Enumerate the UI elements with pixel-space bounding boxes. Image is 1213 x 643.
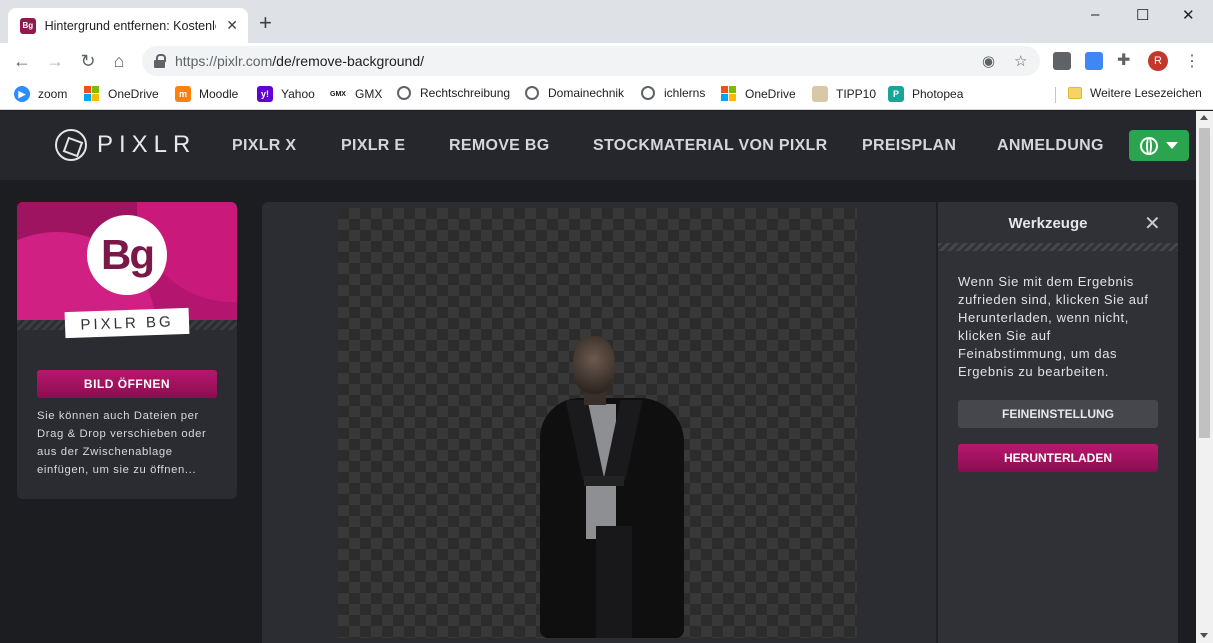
other-bookmarks[interactable]: Weitere Lesezeichen [1068, 86, 1202, 100]
nav-pixlr-e[interactable]: PIXLR E [341, 137, 405, 155]
browser-tab-bar: Bg Hintergrund entfernen: Kostenlos ✕ + … [0, 0, 1213, 43]
tools-panel: Werkzeuge ✕ Wenn Sie mit dem Ergebnis zu… [936, 202, 1178, 643]
tab-close-icon[interactable]: ✕ [226, 17, 238, 34]
editor-area: Werkzeuge ✕ Wenn Sie mit dem Ergebnis zu… [262, 202, 1178, 643]
back-arrow-icon[interactable]: ← [10, 49, 34, 73]
browser-toolbar: ← → ↻ ⌂ https://pixlr.com/de/remove-back… [0, 43, 1213, 79]
extensions-puzzle-icon[interactable]: ✚ [1117, 50, 1135, 69]
bookmark-item[interactable]: OneDrive [721, 86, 796, 101]
bookmark-label: Yahoo [281, 87, 315, 101]
nav-remove-bg[interactable]: REMOVE BG [449, 137, 550, 155]
globe-icon [525, 86, 539, 100]
scroll-up-icon[interactable] [1200, 115, 1208, 120]
bookmark-item[interactable]: ichlerns [641, 86, 705, 100]
reload-icon[interactable]: ↻ [76, 49, 100, 73]
scroll-thumb[interactable] [1199, 128, 1210, 438]
globe-icon [397, 86, 411, 100]
extension-icon[interactable] [1053, 52, 1071, 70]
tools-description: Wenn Sie mit dem Ergebnis zufrieden sind… [958, 274, 1149, 379]
new-tab-button[interactable]: + [259, 12, 272, 34]
zoom-icon: ▶ [14, 86, 30, 102]
yahoo-icon: y! [257, 86, 273, 102]
scroll-down-icon[interactable] [1200, 633, 1208, 638]
pixlr-page: PIXLR PIXLR X PIXLR E REMOVE BG STOCKMAT… [0, 111, 1196, 643]
bookmark-label: Photopea [912, 87, 964, 101]
moodle-icon: m [175, 86, 191, 102]
card-hero: Bg [17, 202, 237, 324]
bookmark-item[interactable]: y! Yahoo [257, 86, 315, 102]
bookmark-item[interactable]: P Photopea [888, 86, 963, 102]
google-translate-icon[interactable] [1085, 52, 1103, 70]
bookmark-label: OneDrive [108, 86, 159, 101]
globe-icon [1140, 136, 1158, 155]
bookmark-label: Rechtschreibung [420, 86, 511, 100]
image-canvas[interactable] [338, 208, 857, 638]
bookmarks-bar: ▶ zoom OneDrive m Moodle y! Yahoo GMX GM… [0, 79, 1213, 110]
browser-tab[interactable]: Bg Hintergrund entfernen: Kostenlos ✕ [8, 8, 248, 43]
pixlr-favicon-icon: Bg [20, 17, 36, 34]
bookmark-label: zoom [38, 87, 68, 101]
bookmark-star-icon[interactable]: ☆ [1014, 52, 1027, 70]
drag-drop-help: Sie können auch Dateien per Drag & Drop … [37, 410, 207, 476]
url-text: https://pixlr.com/de/remove-background/ [175, 53, 424, 69]
microsoft-icon [721, 86, 736, 101]
nav-pricing[interactable]: PREISPLAN [862, 137, 956, 155]
refine-button[interactable]: FEINEINSTELLUNG [958, 400, 1158, 428]
lock-icon[interactable] [154, 54, 166, 68]
tracking-eye-icon[interactable]: ◉ [982, 52, 995, 70]
minimize-button[interactable]: – [1091, 6, 1099, 23]
nav-stock[interactable]: STOCKMATERIAL VON PIXLR [593, 137, 827, 155]
home-icon[interactable]: ⌂ [107, 49, 131, 73]
bookmark-label: Domainechnik [548, 86, 625, 100]
bookmark-label: GMX [355, 87, 383, 101]
bookmark-item[interactable]: OneDrive [84, 86, 159, 101]
cutout-person-image [536, 336, 696, 638]
forward-arrow-icon[interactable]: → [43, 49, 67, 73]
aperture-logo-icon [55, 129, 87, 161]
photopea-icon: P [888, 86, 904, 102]
download-button[interactable]: HERUNTERLADEN [958, 444, 1158, 472]
tab-title: Hintergrund entfernen: Kostenlos [44, 18, 217, 33]
bookmark-item[interactable]: Rechtschreibung [397, 86, 510, 100]
nav-login[interactable]: ANMELDUNG [997, 137, 1104, 155]
other-bookmarks-label: Weitere Lesezeichen [1090, 86, 1202, 100]
menu-kebab-icon[interactable]: ⋮ [1184, 51, 1200, 71]
bookmark-label: OneDrive [745, 86, 796, 101]
tools-title: Werkzeuge [1008, 215, 1088, 232]
bookmark-label: Moodle [199, 87, 239, 101]
profile-avatar[interactable]: R [1148, 51, 1168, 71]
logo-text: PIXLR [97, 131, 197, 158]
bg-badge-icon: Bg [87, 215, 167, 295]
language-button[interactable] [1129, 130, 1189, 161]
pixlr-bg-card: Bg PIXLR BG BILD ÖFFNEN Sie können auch … [17, 202, 237, 499]
bookmark-label: TIPP10 [836, 87, 877, 101]
close-icon[interactable]: ✕ [1144, 211, 1161, 236]
card-label: PIXLR BG [64, 307, 190, 339]
site-navbar: PIXLR PIXLR X PIXLR E REMOVE BG STOCKMAT… [0, 111, 1196, 180]
maximize-button[interactable]: ☐ [1136, 6, 1149, 24]
gmx-icon: GMX [329, 86, 347, 102]
folder-icon [1068, 87, 1082, 99]
address-bar[interactable]: https://pixlr.com/de/remove-background/ … [142, 46, 1040, 76]
globe-icon [641, 86, 655, 100]
bookmark-label: ichlerns [664, 86, 706, 100]
caret-down-icon [1166, 142, 1178, 149]
url-host: https://pixlr.com [175, 53, 273, 69]
bookmark-item[interactable]: ▶ zoom [14, 86, 67, 102]
pixlr-logo[interactable]: PIXLR [55, 129, 196, 161]
bookmark-item[interactable]: m Moodle [175, 86, 238, 102]
bookmarks-divider [1055, 87, 1056, 103]
tools-divider [938, 243, 1178, 251]
tipp10-icon [812, 86, 828, 102]
page-scrollbar[interactable] [1196, 111, 1213, 643]
nav-pixlr-x[interactable]: PIXLR X [232, 137, 296, 155]
microsoft-icon [84, 86, 99, 101]
url-path: /de/remove-background/ [272, 53, 425, 69]
close-window-button[interactable]: ✕ [1182, 6, 1195, 24]
open-image-button[interactable]: BILD ÖFFNEN [37, 370, 217, 398]
bookmark-item[interactable]: TIPP10 [812, 86, 876, 102]
bookmark-item[interactable]: Domainechnik [525, 86, 624, 100]
bookmark-item[interactable]: GMX GMX [329, 86, 382, 102]
